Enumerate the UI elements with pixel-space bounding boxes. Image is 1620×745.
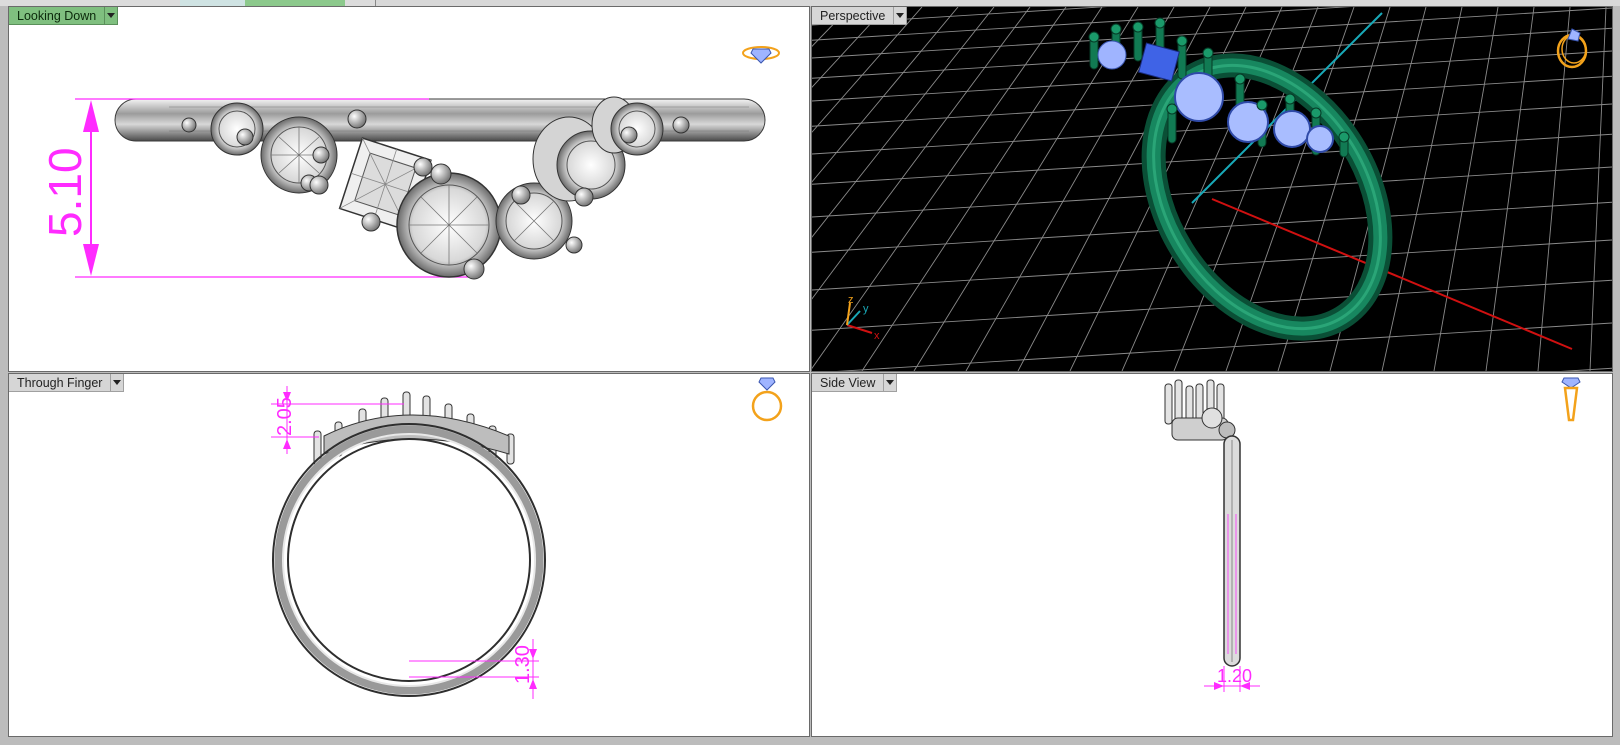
viewport-looking-down[interactable]: Looking Down 5.10 [8, 6, 810, 372]
dropdown-caret-icon[interactable] [105, 7, 119, 25]
grid-line [812, 7, 1108, 26]
dimension-label: 1.20 [1217, 666, 1252, 686]
ring-front-icon [751, 377, 783, 422]
grid-line [836, 322, 1612, 371]
side-view-canvas: 1.20 [1164, 377, 1581, 692]
grid-line [1381, 7, 1463, 371]
axis-y-label: y [863, 303, 869, 315]
grid-line [1537, 7, 1571, 371]
grid-line [812, 7, 995, 238]
ring-perspective-icon [1556, 28, 1588, 69]
viewport-label[interactable]: Perspective [812, 7, 908, 25]
grid-line [812, 7, 1352, 41]
viewport-title[interactable]: Looking Down [9, 7, 106, 25]
axis-x-label: x [874, 330, 880, 342]
viewport-title[interactable]: Through Finger [9, 374, 112, 392]
ring-outer [272, 423, 546, 697]
looking-down-canvas: 5.10 [39, 46, 780, 280]
through-finger-canvas: 2.05 1.30 [271, 377, 783, 699]
viewport-label[interactable]: Looking Down [9, 7, 119, 25]
axis-triad-icon: x y z [846, 294, 880, 342]
grid-line [812, 7, 959, 183]
round-gem [1306, 125, 1334, 153]
viewport-perspective[interactable]: Perspective x y z [811, 6, 1613, 372]
grid-line [812, 7, 851, 47]
viewport-label[interactable]: Side View [812, 374, 898, 392]
dimension-label: 2.05 [274, 397, 296, 436]
ring-side-icon [1561, 377, 1581, 422]
grid-line [812, 7, 815, 10]
grid-line [861, 7, 1103, 371]
grid-line [1589, 7, 1607, 371]
round-gem [1174, 72, 1224, 122]
dropdown-caret-icon[interactable] [111, 374, 125, 392]
princess-gem [1138, 42, 1180, 82]
perspective-canvas: x y z [812, 7, 1612, 371]
grid-line [812, 7, 923, 133]
dropdown-caret-icon[interactable] [884, 374, 898, 392]
diamond-ring-icon [742, 46, 780, 64]
dropdown-caret-icon[interactable] [894, 7, 908, 25]
grid-line [812, 133, 1612, 185]
dimension-label: 1.30 [512, 645, 534, 684]
viewport-label[interactable]: Through Finger [9, 374, 125, 392]
viewport-side-view[interactable]: Side View 1.20 [811, 373, 1613, 737]
round-gem [1097, 40, 1127, 70]
round-gem [1273, 110, 1311, 148]
viewport-title[interactable]: Perspective [812, 7, 895, 25]
dimension-label: 5.10 [39, 147, 91, 237]
viewport-title[interactable]: Side View [812, 374, 885, 392]
axis-z-label: z [848, 294, 854, 306]
viewport-through-finger[interactable]: Through Finger 2.05 1.30 [8, 373, 810, 737]
grid-line [1560, 367, 1612, 371]
